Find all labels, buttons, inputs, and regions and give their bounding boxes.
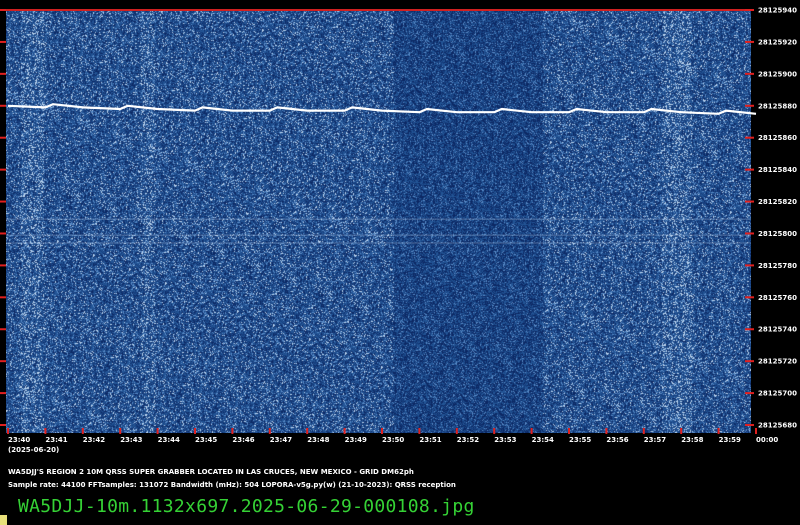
x-tick-label: 00:00 (756, 436, 778, 444)
x-tick-label: 23:51 (419, 436, 441, 444)
x-tick-label: 23:56 (606, 436, 628, 444)
x-tick-label: 23:46 (232, 436, 254, 444)
filename-caption: WA5DJJ-10m.1132x697.2025-06-29-000108.jp… (18, 496, 475, 517)
y-tick-label: 28125740 (758, 326, 797, 334)
faint-signals (6, 218, 751, 244)
x-tick-label: 23:58 (681, 436, 703, 444)
date-label: (2025-06-20) (8, 446, 60, 454)
x-tick-label: 23:55 (569, 436, 591, 444)
signal-trace (7, 103, 757, 115)
x-tick-label: 23:48 (307, 436, 329, 444)
x-tick-label: 23:54 (532, 436, 554, 444)
sample-info: Sample rate: 44100 FFTsamples: 131072 Ba… (8, 481, 456, 489)
y-tick-label: 28125700 (758, 390, 797, 398)
y-tick-label: 28125800 (758, 230, 797, 238)
waterfall-chart: 28125940 28125920 28125900 28125880 28125860… (0, 7, 797, 444)
x-tick-label: 23:47 (270, 436, 292, 444)
y-tick-label: 28125840 (758, 166, 797, 174)
y-axis: 28125940 28125920 28125900 28125880 28125860… (0, 7, 797, 430)
y-tick-label: 28125940 (758, 7, 797, 15)
y-tick-label: 28125900 (758, 70, 797, 78)
x-tick-label: 23:50 (382, 436, 404, 444)
station-description: WA5DJJ'S REGION 2 10M QRSS SUPER GRABBER… (8, 468, 414, 476)
y-tick-label: 28125860 (758, 134, 797, 142)
x-axis: 23:40 23:41 23:42 23:43 23:44 23:45 23:46 23:47… (7, 428, 778, 444)
x-tick-label: 23:43 (120, 436, 142, 444)
x-tick-label: 23:59 (719, 436, 741, 444)
x-tick-label: 23:45 (195, 436, 217, 444)
x-tick-label: 23:41 (45, 436, 67, 444)
x-tick-label: 23:52 (457, 436, 479, 444)
y-tick-label: 28125780 (758, 262, 797, 270)
y-tick-label: 28125760 (758, 294, 797, 302)
y-tick-label: 28125880 (758, 102, 797, 110)
y-tick-label: 28125920 (758, 38, 797, 46)
x-tick-label: 23:44 (158, 436, 180, 444)
x-tick-label: 23:57 (644, 436, 666, 444)
x-tick-label: 23:40 (8, 436, 30, 444)
y-tick-label: 28125820 (758, 198, 797, 206)
x-tick-label: 23:49 (345, 436, 367, 444)
x-tick-label: 23:53 (494, 436, 516, 444)
y-tick-label: 28125720 (758, 358, 797, 366)
x-tick-label: 23:42 (83, 436, 105, 444)
corner-marker (0, 515, 7, 525)
y-tick-label: 28125680 (758, 422, 797, 430)
